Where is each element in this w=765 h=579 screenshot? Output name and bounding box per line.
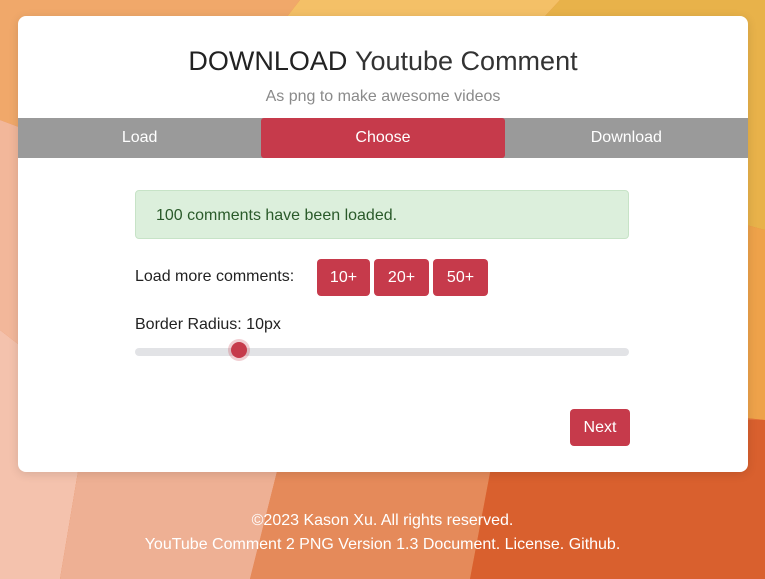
version-text: YouTube Comment 2 PNG Version 1.3 [144, 536, 419, 553]
border-radius-slider[interactable] [135, 348, 629, 356]
load-10-button[interactable]: 10+ [317, 259, 370, 296]
load-20-button[interactable]: 20+ [374, 259, 429, 296]
slider-thumb[interactable] [230, 342, 247, 358]
card-content: 100 comments have been loaded. Load more… [18, 16, 748, 472]
footer-links-line: YouTube Comment 2 PNG Version 1.3 Docume… [0, 533, 765, 557]
document-link[interactable]: Document. [423, 536, 500, 553]
license-link[interactable]: License. [505, 536, 565, 553]
copyright-text: ©2023 Kason Xu. All rights reserved. [251, 512, 514, 529]
next-button[interactable]: Next [570, 409, 630, 446]
border-radius-label: Border Radius: 10px [135, 316, 281, 333]
load-more-label: Load more comments: [135, 268, 295, 285]
github-link[interactable]: Github. [569, 536, 621, 553]
success-alert: 100 comments have been loaded. [135, 190, 629, 239]
load-50-button[interactable]: 50+ [433, 259, 488, 296]
footer: ©2023 Kason Xu. All rights reserved. You… [0, 509, 765, 557]
